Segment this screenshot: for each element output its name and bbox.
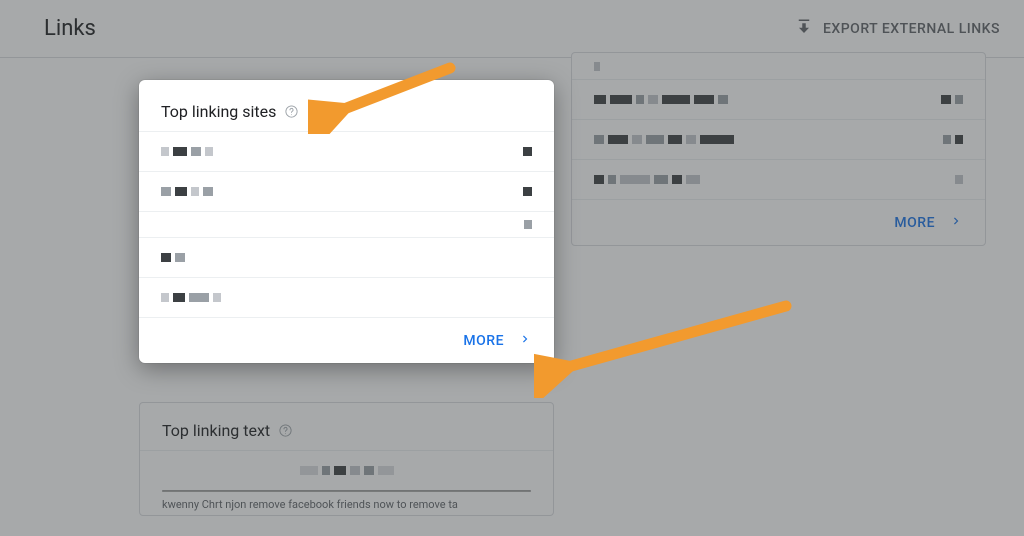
- more-button[interactable]: MORE: [139, 317, 554, 363]
- annotation-arrow: [534, 298, 794, 398]
- help-icon[interactable]: [284, 104, 299, 119]
- annotation-arrow: [308, 62, 458, 134]
- table-row[interactable]: [139, 171, 554, 211]
- table-row[interactable]: [139, 277, 554, 317]
- chevron-right-icon: [518, 332, 532, 350]
- card-title: Top linking sites: [161, 102, 276, 121]
- table-row[interactable]: [139, 237, 554, 277]
- more-label: MORE: [463, 333, 504, 349]
- table-row[interactable]: [139, 211, 554, 237]
- table-row[interactable]: [139, 131, 554, 171]
